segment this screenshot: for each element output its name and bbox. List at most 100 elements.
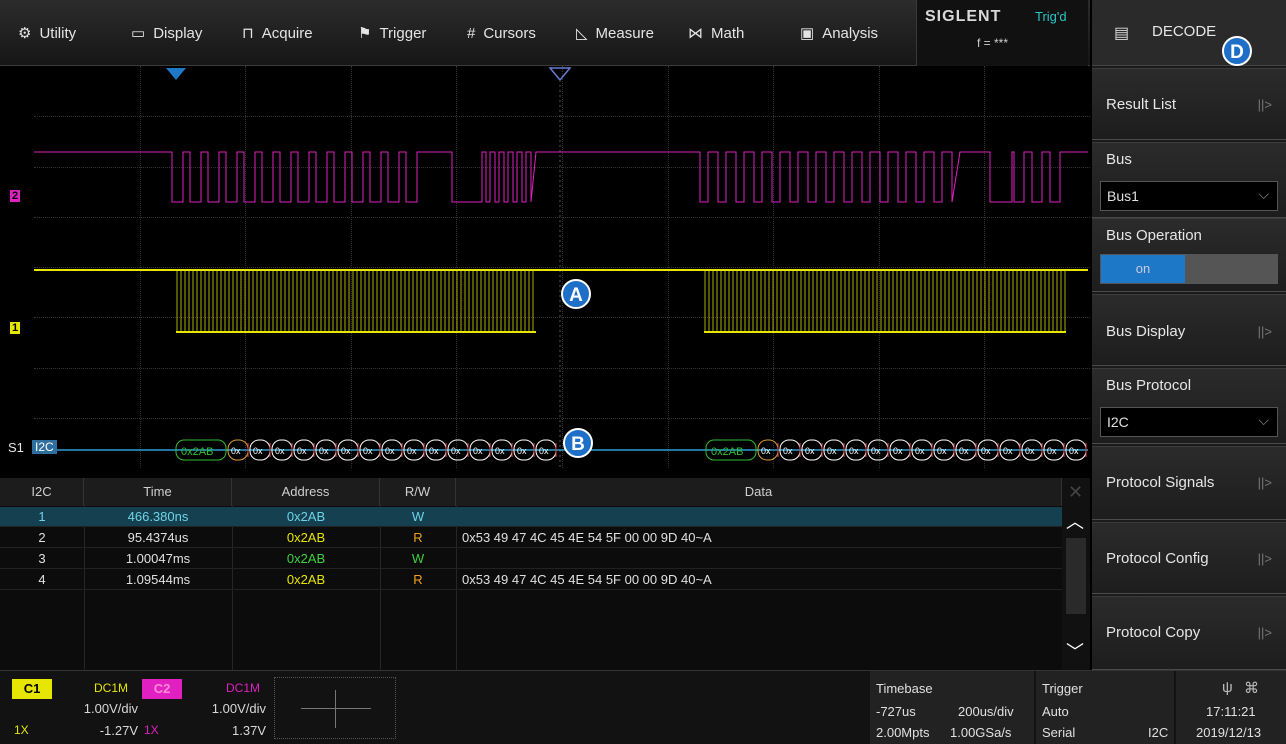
table-scrollbar[interactable]: ✕ ︿ ﹀ [1062, 478, 1090, 670]
row-rw: R [413, 530, 423, 545]
menu-utility[interactable]: ⚙ Utility [18, 0, 76, 66]
col-header-data: Data [456, 478, 1062, 506]
row-data: 0x53 49 47 4C 45 4E 54 5F 00 00 9D 40~A [462, 530, 712, 545]
arrow-icon: ||> [1257, 97, 1272, 112]
scroll-up-icon[interactable]: ︿ [1066, 508, 1084, 534]
menu-math[interactable]: ⋈ Math [688, 0, 744, 66]
table-row[interactable]: 2 95.4374us 0x2AB R 0x53 49 47 4C 45 4E … [0, 528, 1062, 548]
c2-status[interactable]: C2 DC1M 1.00V/div 1X 1.37V [142, 679, 266, 739]
c1-level-marker[interactable]: 1 [10, 322, 21, 334]
bus-marker: S1 [8, 440, 24, 455]
c2-level-marker[interactable]: 2 [10, 190, 21, 202]
row-number: 3 [38, 551, 46, 566]
c2-probe: 1X [144, 723, 159, 737]
data-byte-label: 0x [1069, 446, 1079, 456]
row-data: 0x53 49 47 4C 45 4E 54 5F 00 00 9D 40~A [462, 572, 712, 587]
protocol-copy-label: Protocol Copy [1106, 624, 1201, 641]
plus-icon-h [301, 708, 371, 709]
decode-frame-group: 0x2AB 0x 0x 0x 0x 0x 0x 0x 0x 0x 0x 0x 0x 0x 0x 0x [705, 439, 1087, 461]
table-row[interactable]: 1 466.380ns 0x2AB W [0, 507, 1062, 527]
bus-protocol-selector[interactable]: Bus Protocol I2C ⌵ [1092, 368, 1286, 444]
trigger-mode: Auto [1042, 704, 1069, 719]
menu-trigger[interactable]: ⚑ Trigger [358, 0, 426, 66]
data-byte-label: 0x [761, 446, 771, 456]
plus-icon-v [335, 690, 336, 728]
usb-icon: ψ [1222, 679, 1233, 696]
bus-display-label: Bus Display [1106, 323, 1186, 340]
c2-waveform [34, 151, 1088, 203]
decode-side-panel: ▤ DECODE Result List ||> Bus Bus1 ⌵ Bus … [1092, 0, 1286, 670]
timebase-delay: -727us [876, 704, 916, 719]
row-address: 0x2AB [286, 551, 326, 566]
scroll-track[interactable] [1066, 538, 1086, 614]
protocol-config-button[interactable]: Protocol Config ||> [1092, 522, 1286, 594]
timebase-label: Timebase [876, 681, 933, 696]
row-rw: W [411, 509, 425, 524]
bus-select[interactable]: Bus1 ⌵ [1100, 181, 1278, 211]
brand-status-box: SIGLENT Trig'd f = *** [916, 0, 1088, 66]
c1-tag: C1 [12, 679, 52, 699]
add-channel-slot[interactable] [274, 677, 396, 739]
table-row[interactable]: 4 1.09544ms 0x2AB R 0x53 49 47 4C 45 4E … [0, 570, 1062, 590]
clock-time: 17:11:21 [1206, 704, 1256, 719]
arrow-icon: ||> [1257, 324, 1272, 339]
data-byte-label: 0x [495, 446, 505, 456]
row-rw: R [413, 572, 423, 587]
c1-probe: 1X [14, 723, 29, 737]
timebase-scale: 200us/div [958, 704, 1014, 719]
data-byte-label: 0x [915, 446, 925, 456]
menu-math-label: Math [711, 24, 745, 42]
bus-operation-switch[interactable]: on [1100, 254, 1278, 284]
row-data [456, 507, 1062, 527]
protocol-copy-button[interactable]: Protocol Copy ||> [1092, 596, 1286, 670]
row-rw: W [411, 551, 425, 566]
menu-display[interactable]: ▭ Display [131, 0, 202, 66]
menu-acquire[interactable]: ⊓ Acquire [242, 0, 313, 66]
bus-selector[interactable]: Bus Bus1 ⌵ [1092, 142, 1286, 218]
data-byte-label: 0x [385, 446, 395, 456]
data-byte-label: 0x [981, 446, 991, 456]
status-bar: C1 DC1M 1.00V/div 1X -1.27V C2 DC1M 1.00… [0, 670, 1286, 744]
chevron-down-icon: ⌵ [1258, 186, 1269, 202]
row-address: 0x2AB [286, 509, 326, 524]
trigger-delay-marker [548, 67, 572, 82]
callout-b: B [563, 428, 593, 458]
col-header-address: Address [232, 478, 380, 506]
row-address: 0x2AB [286, 572, 326, 587]
menu-measure[interactable]: ◺ Measure [576, 0, 654, 66]
gear-icon: ⚙ [18, 25, 32, 42]
table-row[interactable]: 3 1.00047ms 0x2AB W [0, 549, 1062, 569]
data-byte-label: 0x [451, 446, 461, 456]
data-byte-label: 0x [407, 446, 417, 456]
decode-frame-group: 0x2AB 0x 0x 0x 0x 0x 0x 0x 0x 0x 0x 0x 0x 0x 0x 0x [175, 439, 557, 461]
menu-trigger-label: Trigger [379, 24, 427, 42]
c1-status[interactable]: C1 DC1M 1.00V/div 1X -1.27V [12, 679, 138, 739]
top-menu-bar: ⚙ Utility ▭ Display ⊓ Acquire ⚑ Trigger … [0, 0, 1090, 66]
bus-operation-label: Bus Operation [1106, 227, 1202, 244]
scroll-down-icon[interactable]: ﹀ [1066, 638, 1084, 664]
close-icon[interactable]: ✕ [1068, 482, 1083, 503]
bus-protocol-select[interactable]: I2C ⌵ [1100, 407, 1278, 437]
row-data [456, 549, 1062, 569]
menu-cursors[interactable]: # Cursors [467, 0, 536, 66]
trigger-box[interactable]: Trigger Auto Serial I2C [1036, 671, 1174, 744]
menu-analysis[interactable]: ▣ Analysis [800, 0, 878, 66]
result-list-label: Result List [1106, 96, 1177, 113]
bus-display-button[interactable]: Bus Display ||> [1092, 294, 1286, 366]
clock-date: 2019/12/13 [1196, 725, 1262, 740]
result-list-button[interactable]: Result List ||> [1092, 68, 1286, 140]
frequency-readout: f = *** [977, 36, 1009, 50]
timebase-box[interactable]: Timebase -727us 200us/div 2.00Mpts 1.00G… [870, 671, 1034, 744]
c1-burst [176, 270, 536, 332]
protocol-signals-button[interactable]: Protocol Signals ||> [1092, 446, 1286, 520]
trigger-state: Trig'd [1035, 9, 1067, 24]
data-byte-label: 0x [231, 446, 241, 456]
analysis-icon: ▣ [800, 25, 815, 42]
bus-label: Bus [1106, 151, 1132, 168]
acquire-icon: ⊓ [242, 25, 254, 42]
trigger-position-marker [166, 68, 186, 80]
c2-offset: 1.37V [232, 723, 266, 738]
data-byte-label: 0x [805, 446, 815, 456]
clock-box: ψ ⌘ 17:11:21 2019/12/13 [1176, 671, 1286, 744]
monitor-icon: ▭ [131, 25, 146, 42]
